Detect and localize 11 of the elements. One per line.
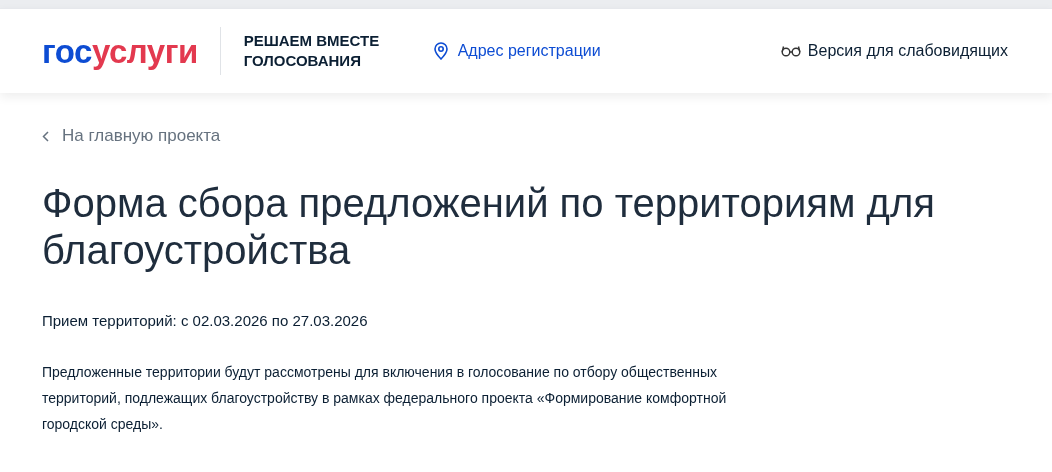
chevron-left-icon: [42, 130, 49, 142]
project-title: РЕШАЕМ ВМЕСТЕ ГОЛОСОВАНИЯ: [243, 31, 381, 71]
description-text: Предложенные территории будут рассмотрены для включения в голосование по отбору общественных территорий, подлежащих благоустройству в рамках федерального проекта «Формирование комфортной городской среды».: [42, 363, 728, 434]
page-title: Форма сбора предложений по территориям для благоустройства: [42, 180, 936, 274]
dates-text: Прием территорий: с 02.03.2026 по 27.03.2026: [42, 312, 369, 329]
accessibility-link[interactable]: Версия для слабовидящих: [780, 42, 1008, 60]
back-link[interactable]: На главную проекта: [42, 126, 1010, 146]
glasses-icon: [780, 45, 801, 57]
address-link[interactable]: Адрес регистрации: [433, 42, 601, 60]
location-pin-icon: [433, 42, 448, 60]
logo[interactable]: госуслуги: [42, 34, 198, 68]
